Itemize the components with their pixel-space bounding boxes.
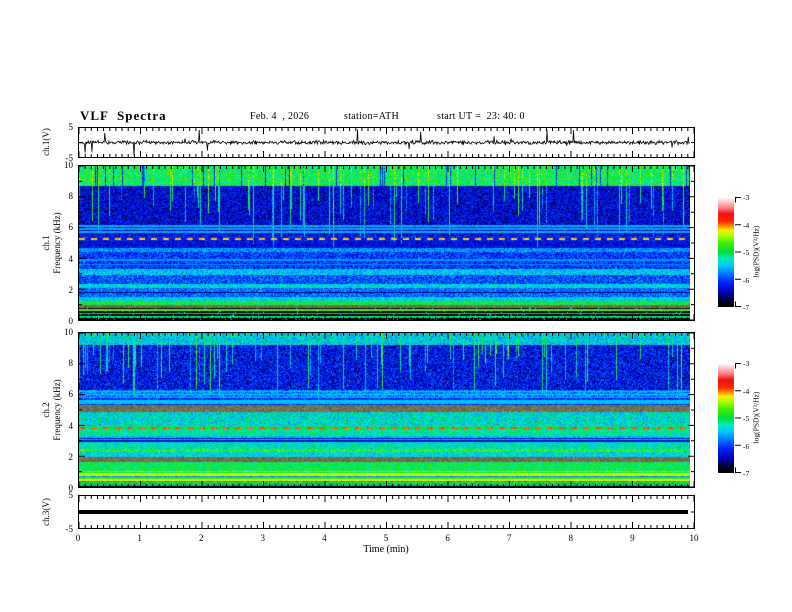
colorbar-tick-label: -3: [743, 359, 750, 368]
axis-ticks: [78, 165, 695, 321]
colorbar-tick-label: -6: [743, 275, 750, 285]
y-tick-label: 0: [68, 316, 74, 326]
x-tick-label: 3: [260, 533, 266, 543]
colorbar-tick-label: -7: [743, 303, 750, 312]
ch1-frequency-axis-label: ch.1 Frequency (kHz): [41, 188, 63, 298]
station-text: station=ATH: [344, 111, 400, 122]
ch1-spectrogram-panel: [78, 165, 695, 321]
ch2-frequency-axis-label-line1: ch.2: [41, 402, 51, 418]
y-tick-label: 8: [68, 358, 74, 369]
colorbar-tick-label: -4: [743, 386, 750, 396]
x-tick-label: 7: [506, 533, 512, 543]
y-tick-label: 4: [68, 253, 74, 264]
start-ut-text: start UT = 23: 40: 0: [437, 111, 525, 122]
date-text: Feb. 4 , 2026: [250, 111, 310, 122]
y-tick-label: 2: [68, 284, 74, 295]
x-tick-label: 6: [445, 533, 450, 543]
y-tick-label: 8: [68, 191, 74, 202]
x-tick-label: 0: [75, 533, 81, 543]
x-tick-label: 5: [383, 533, 389, 543]
colorbar-tick-label: -5: [743, 248, 750, 257]
colorbar-tick-label: -5: [743, 414, 750, 423]
ch3-waveform-panel: [78, 495, 695, 529]
y-tick-label: 6: [68, 222, 74, 233]
time-axis-label: Time (min): [363, 544, 409, 555]
colorbar-tick-label: -3: [743, 193, 750, 202]
y-tick-label: 10: [64, 327, 73, 337]
x-tick-label: 8: [568, 533, 574, 543]
vlf-spectra-figure: VLF Spectra Feb. 4 , 2026 station=ATH st…: [0, 0, 792, 612]
y-tick-label: 5: [68, 122, 74, 132]
ch1-frequency-axis-label-line2: Frequency (kHz): [52, 212, 62, 274]
x-tick-label: 9: [630, 533, 635, 543]
y-tick-label: 6: [68, 389, 74, 400]
y-tick-label: 2: [68, 451, 74, 462]
y-tick-label: 4: [68, 420, 74, 431]
x-tick-label: 2: [198, 533, 204, 543]
ch1-waveform-panel: [78, 127, 695, 158]
x-tick-label: 4: [322, 533, 327, 543]
x-tick-label: 1: [137, 533, 142, 543]
axis-ticks: [78, 496, 695, 528]
ch2-frequency-axis-label: ch.2 Frequency (kHz): [41, 355, 63, 465]
figure-title: VLF Spectra: [80, 108, 167, 123]
ch2-frequency-axis-label-line2: Frequency (kHz): [52, 379, 62, 441]
colorbar-tick-label: -6: [743, 441, 750, 451]
y-tick-label: 10: [64, 160, 73, 170]
y-tick-label: 0: [68, 483, 74, 493]
colorbar-1: [718, 197, 734, 307]
colorbar-2: [718, 363, 734, 473]
ch1-frequency-axis-label-line1: ch.1: [41, 235, 51, 251]
axis-ticks: [78, 332, 695, 488]
axis-ticks: [78, 128, 695, 157]
colorbar-tick-label: -4: [743, 220, 750, 230]
colorbar-tick-label: -7: [743, 469, 750, 478]
x-tick-label: 10: [689, 533, 699, 543]
ch2-spectrogram-panel: [78, 332, 695, 488]
